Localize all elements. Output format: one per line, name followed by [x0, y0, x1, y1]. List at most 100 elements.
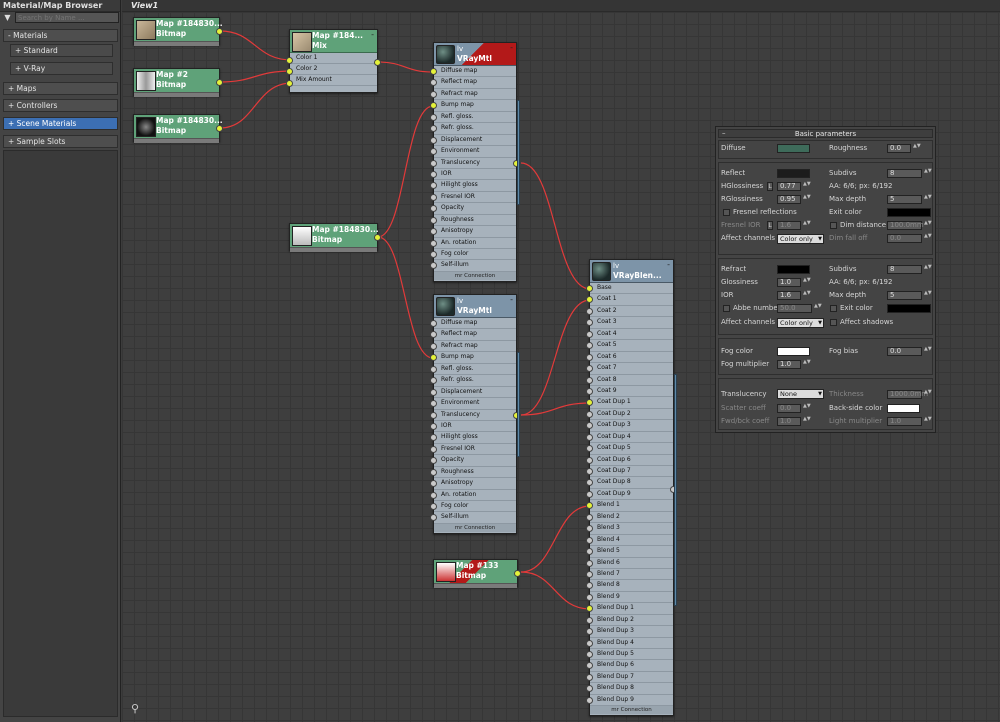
- input-socket[interactable]: [430, 354, 437, 362]
- ior-spinner[interactable]: ▲▼: [803, 291, 811, 300]
- binoculars-icon[interactable]: ⚲: [131, 702, 139, 715]
- reflect-subdivs-field[interactable]: 8: [887, 169, 922, 178]
- map-node-1[interactable]: Map #184830... Bitmap: [133, 17, 223, 46]
- collapse-icon[interactable]: -: [667, 261, 670, 269]
- input-socket[interactable]: [430, 148, 437, 156]
- input-socket[interactable]: [586, 605, 593, 613]
- input-socket[interactable]: [430, 159, 437, 167]
- output-socket[interactable]: [374, 59, 381, 66]
- scatter-coeff-spinner[interactable]: ▲▼: [803, 404, 811, 413]
- vraymtl-node-1[interactable]: lv VRayMtl - Diffuse map Reflect map Refra…: [430, 42, 520, 282]
- input-socket[interactable]: [430, 365, 437, 373]
- rollout-sample-slots[interactable]: + Sample Slots: [3, 135, 118, 148]
- input-socket[interactable]: [430, 182, 437, 190]
- rollout-controllers[interactable]: + Controllers: [3, 99, 118, 112]
- input-socket[interactable]: [430, 388, 437, 396]
- mix-node[interactable]: Map #184... Mix - Color 1 Color 2 Mix Am…: [286, 29, 381, 93]
- input-socket[interactable]: [586, 548, 593, 556]
- map-node-4[interactable]: Map #184830... Bitmap: [289, 223, 381, 252]
- back-side-color-swatch[interactable]: [887, 404, 920, 413]
- input-socket[interactable]: [430, 342, 437, 350]
- input-socket[interactable]: [430, 216, 437, 224]
- input-socket[interactable]: [430, 251, 437, 258]
- output-socket[interactable]: [514, 570, 521, 577]
- refract-subdivs-field[interactable]: 8: [887, 265, 922, 274]
- dim-distance-checkbox[interactable]: [830, 222, 837, 229]
- fog-multiplier-spinner[interactable]: ▲▼: [803, 360, 811, 369]
- abbe-number-checkbox[interactable]: [723, 305, 730, 312]
- node-scrollbar[interactable]: [674, 374, 677, 606]
- output-socket[interactable]: [216, 28, 223, 35]
- input-socket[interactable]: [430, 239, 437, 247]
- rollout-standard[interactable]: + Standard: [10, 44, 113, 57]
- input-socket-color1[interactable]: [286, 57, 293, 64]
- input-socket[interactable]: [430, 320, 437, 327]
- input-socket[interactable]: [430, 193, 437, 201]
- fog-multiplier-field[interactable]: 1.0: [777, 360, 801, 369]
- input-socket[interactable]: [586, 570, 593, 578]
- refract-glossiness-field[interactable]: 1.0: [777, 278, 801, 287]
- rglossiness-spinner[interactable]: ▲▼: [803, 195, 811, 204]
- input-socket[interactable]: [586, 330, 593, 338]
- input-socket[interactable]: [586, 628, 593, 636]
- input-socket[interactable]: [586, 685, 593, 693]
- output-socket[interactable]: [216, 79, 223, 86]
- reflect-max-depth-spinner[interactable]: ▲▼: [924, 195, 932, 204]
- refract-max-depth-spinner[interactable]: ▲▼: [924, 291, 932, 300]
- dim-falloff-field[interactable]: 0.0: [887, 234, 922, 243]
- fog-bias-field[interactable]: 0.0: [887, 347, 922, 356]
- fresnel-ior-lock-button[interactable]: L: [767, 221, 773, 230]
- rollout-vray[interactable]: + V-Ray: [10, 62, 113, 75]
- refract-exit-color-checkbox[interactable]: [830, 305, 837, 312]
- hglossiness-field[interactable]: 0.77: [777, 182, 801, 191]
- input-socket[interactable]: [586, 422, 593, 430]
- input-socket[interactable]: [430, 514, 437, 522]
- input-socket[interactable]: [430, 422, 437, 430]
- fog-color-swatch[interactable]: [777, 347, 810, 356]
- ior-field[interactable]: 1.6: [777, 291, 801, 300]
- input-socket[interactable]: [430, 445, 437, 453]
- fwd-bck-coeff-spinner[interactable]: ▲▼: [803, 417, 811, 426]
- input-socket[interactable]: [586, 673, 593, 681]
- hglossiness-lock-button[interactable]: L: [767, 182, 773, 191]
- input-socket[interactable]: [430, 434, 437, 442]
- map-node-3[interactable]: Map #184830... Bitmap: [133, 114, 223, 143]
- input-socket[interactable]: [586, 433, 593, 441]
- input-socket[interactable]: [430, 331, 437, 339]
- input-socket[interactable]: [586, 365, 593, 373]
- tab-view1[interactable]: View1: [131, 0, 158, 11]
- input-socket-color2[interactable]: [286, 68, 293, 75]
- refract-subdivs-spinner[interactable]: ▲▼: [924, 265, 932, 274]
- fresnel-ior-spinner[interactable]: ▲▼: [803, 221, 811, 230]
- input-socket[interactable]: [586, 376, 593, 384]
- input-socket[interactable]: [430, 205, 437, 213]
- input-socket[interactable]: [430, 136, 437, 144]
- input-socket[interactable]: [586, 353, 593, 361]
- scatter-coeff-field[interactable]: 0.0: [777, 404, 801, 413]
- search-options-icon[interactable]: ▼: [3, 13, 12, 22]
- input-socket[interactable]: [586, 639, 593, 647]
- input-socket[interactable]: [430, 125, 437, 133]
- input-socket[interactable]: [430, 503, 437, 510]
- input-socket[interactable]: [586, 593, 593, 601]
- fresnel-reflections-checkbox[interactable]: [723, 209, 730, 216]
- fwd-bck-coeff-field[interactable]: 1.0: [777, 417, 801, 426]
- input-socket[interactable]: [586, 502, 593, 510]
- input-socket[interactable]: [430, 228, 437, 236]
- input-socket[interactable]: [430, 79, 437, 87]
- refract-max-depth-field[interactable]: 5: [887, 291, 922, 300]
- dim-distance-spinner[interactable]: ▲▼: [924, 221, 932, 230]
- input-socket[interactable]: [586, 445, 593, 453]
- abbe-number-field[interactable]: 50.0: [777, 304, 812, 313]
- fog-bias-spinner[interactable]: ▲▼: [924, 347, 932, 356]
- input-socket[interactable]: [586, 479, 593, 487]
- input-socket[interactable]: [586, 410, 593, 418]
- roughness-field[interactable]: 0.0: [887, 144, 911, 153]
- input-socket[interactable]: [430, 400, 437, 408]
- input-socket[interactable]: [430, 262, 437, 270]
- input-socket[interactable]: [430, 90, 437, 98]
- collapse-icon[interactable]: -: [510, 44, 513, 52]
- input-socket[interactable]: [430, 68, 437, 75]
- dim-distance-field[interactable]: 100.0mm: [887, 221, 924, 230]
- input-socket[interactable]: [430, 411, 437, 419]
